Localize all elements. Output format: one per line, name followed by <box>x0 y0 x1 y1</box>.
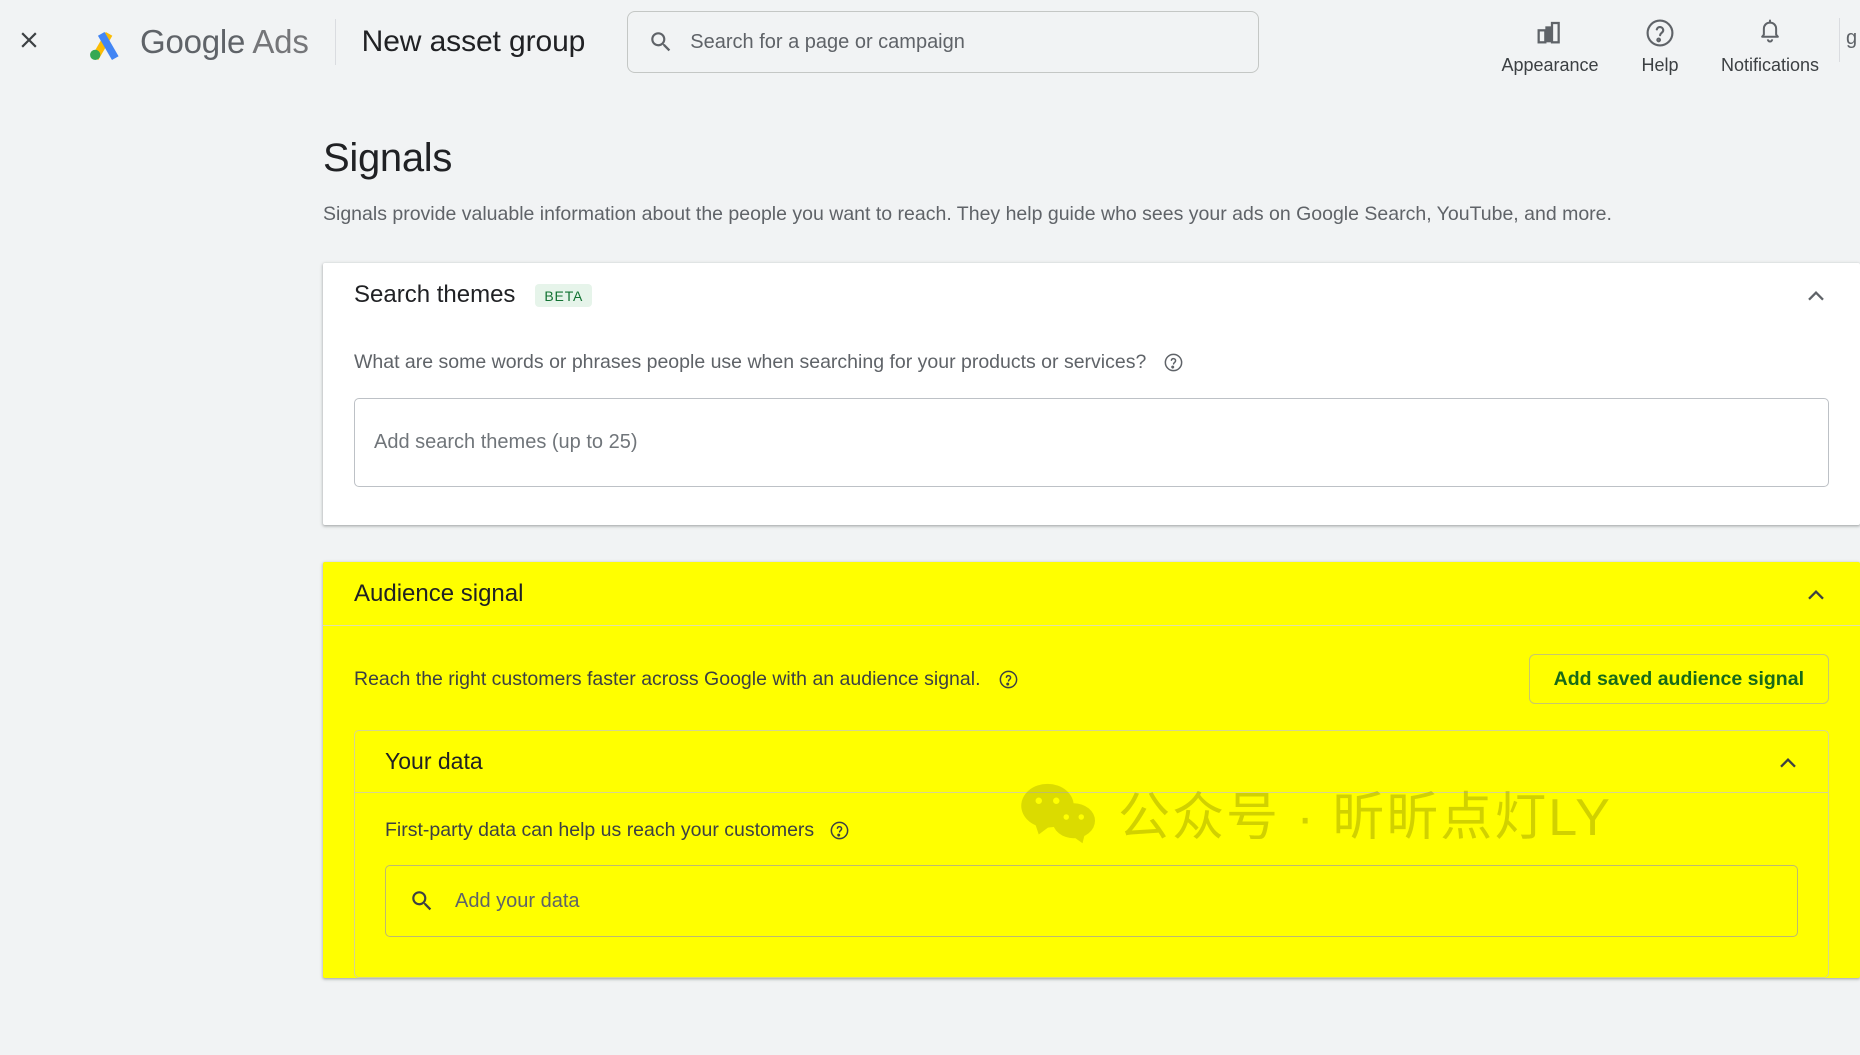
help-circle-icon[interactable] <box>1163 352 1184 373</box>
chevron-up-icon[interactable] <box>1774 748 1802 776</box>
search-themes-input-placeholder: Add search themes (up to 25) <box>374 431 638 453</box>
top-bar-divider <box>1839 18 1840 62</box>
close-icon <box>16 27 42 58</box>
brand-google: Google <box>140 23 246 60</box>
header-divider <box>334 19 336 65</box>
first-party-data-text: First-party data can help us reach your … <box>385 819 815 841</box>
your-data-body: First-party data can help us reach your … <box>355 793 1828 977</box>
close-button[interactable] <box>3 16 55 68</box>
appearance-button[interactable]: Appearance <box>1495 16 1605 76</box>
content-wrapper: Signals Signals provide valuable informa… <box>323 136 1860 978</box>
bell-icon <box>1754 16 1786 50</box>
search-themes-body: What are some words or phrases people us… <box>323 327 1860 525</box>
search-themes-question-row: What are some words or phrases people us… <box>354 327 1829 374</box>
search-themes-header[interactable]: Search themes BETA <box>323 263 1860 327</box>
search-themes-question: What are some words or phrases people us… <box>354 351 1147 373</box>
audience-reach-text: Reach the right customers faster across … <box>354 667 981 690</box>
asset-group-title: New asset group <box>361 25 586 58</box>
audience-reach-row: Reach the right customers faster across … <box>354 626 1829 730</box>
add-your-data-input[interactable]: Add your data <box>385 865 1798 937</box>
appearance-icon <box>1534 16 1566 50</box>
account-edge-text: g <box>1846 27 1858 49</box>
page-title: Signals <box>323 136 453 180</box>
add-your-data-placeholder: Add your data <box>455 889 580 912</box>
top-bar-actions: Appearance Help Notifications g <box>1495 0 1860 84</box>
google-ads-mark-icon <box>83 20 127 64</box>
audience-signal-body: Reach the right customers faster across … <box>323 626 1860 978</box>
search-icon <box>648 29 674 55</box>
top-bar: Google Ads New asset group Search for a … <box>0 0 1860 84</box>
chevron-up-icon[interactable] <box>1802 580 1830 608</box>
audience-signal-card: Audience signal Reach the right customer… <box>323 562 1860 978</box>
help-button[interactable]: Help <box>1605 16 1715 76</box>
global-search-placeholder: Search for a page or campaign <box>690 30 965 53</box>
google-ads-wordmark: Google Ads <box>140 23 309 61</box>
help-label: Help <box>1641 55 1679 75</box>
add-saved-audience-signal-button[interactable]: Add saved audience signal <box>1528 654 1829 704</box>
chevron-up-icon[interactable] <box>1802 281 1830 309</box>
beta-badge: BETA <box>535 283 593 307</box>
first-party-data-row: First-party data can help us reach your … <box>385 793 1798 842</box>
your-data-title: Your data <box>385 748 483 774</box>
search-icon <box>409 888 435 914</box>
search-themes-title: Search themes <box>354 281 516 308</box>
help-circle-icon[interactable] <box>829 820 850 841</box>
notifications-label: Notifications <box>1720 55 1820 75</box>
global-search-box[interactable]: Search for a page or campaign <box>627 11 1260 73</box>
help-circle-icon <box>1644 16 1676 50</box>
appearance-label: Appearance <box>1501 55 1599 75</box>
notifications-button[interactable]: Notifications <box>1715 16 1825 76</box>
brand-ads: Ads <box>252 23 309 60</box>
your-data-header[interactable]: Your data <box>355 731 1828 793</box>
page-description: Signals provide valuable information abo… <box>323 203 1612 225</box>
audience-signal-header[interactable]: Audience signal <box>323 562 1860 626</box>
help-circle-icon[interactable] <box>998 669 1019 690</box>
your-data-panel: Your data First-party data can help us r… <box>354 730 1829 978</box>
main-content: Signals Signals provide valuable informa… <box>0 84 1860 978</box>
google-ads-logo[interactable]: Google Ads <box>83 20 309 64</box>
search-themes-input[interactable]: Add search themes (up to 25) <box>354 398 1829 487</box>
audience-signal-title: Audience signal <box>354 579 524 607</box>
search-themes-card: Search themes BETA What are some words o… <box>323 263 1860 525</box>
